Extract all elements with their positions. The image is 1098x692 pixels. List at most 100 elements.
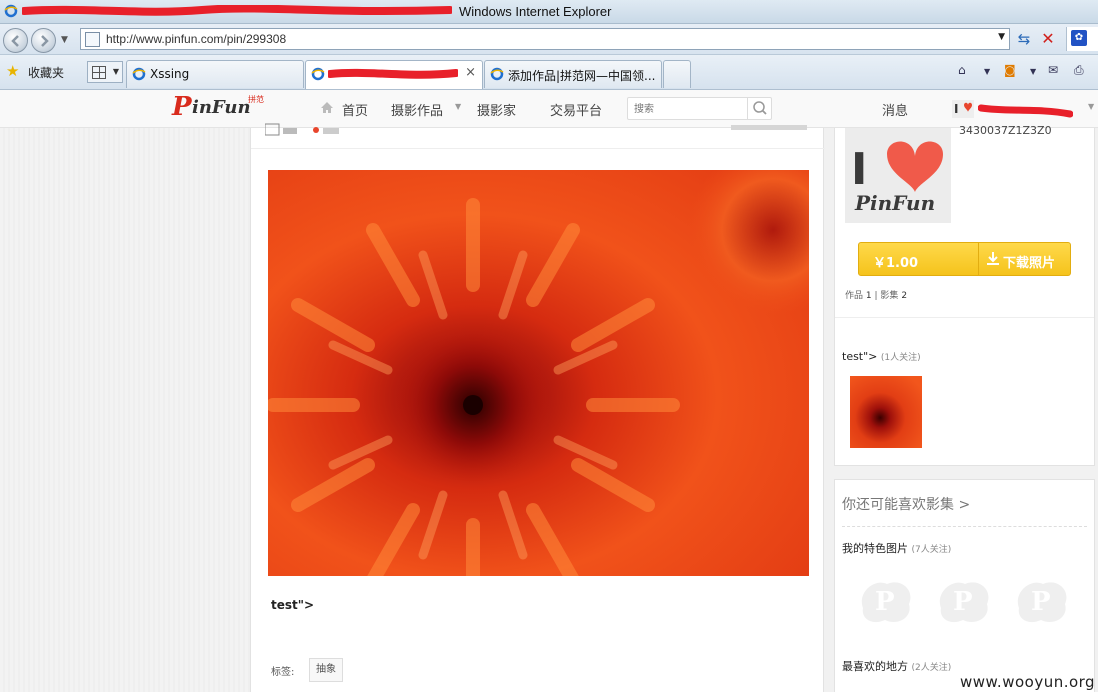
grid-icon	[92, 66, 106, 79]
recent-pages-dropdown-icon[interactable]: ▼	[61, 35, 71, 45]
logo-letter: P	[172, 92, 192, 122]
meta-fragment	[731, 122, 811, 134]
rss-icon[interactable]: ◙	[1004, 63, 1016, 81]
search-button[interactable]	[747, 98, 771, 119]
favorites-button[interactable]: ★ 收藏夹	[6, 62, 64, 82]
title-redaction	[22, 5, 452, 16]
recommend-album-followers: (7人关注)	[911, 545, 952, 555]
search-input[interactable]	[634, 101, 744, 117]
home-icon[interactable]: ⌂	[958, 63, 966, 81]
recommend-album-title: 我的特色图片	[842, 542, 908, 555]
ie-logo-icon	[4, 4, 18, 18]
download-photo-button[interactable]: 下载照片	[978, 242, 1071, 276]
divider	[842, 526, 1087, 527]
recommend-album-item[interactable]: 我的特色图片 (7人关注)	[842, 540, 951, 556]
close-tab-icon[interactable]: ×	[465, 65, 476, 80]
logo-text: inFun	[192, 97, 251, 118]
price-label: ￥1.00	[873, 256, 919, 271]
download-icon	[987, 252, 999, 265]
nav-photo-works[interactable]: 摄影作品	[391, 100, 443, 119]
recommend-album-item[interactable]: 最喜欢的地方 (2人关注)	[842, 658, 951, 674]
address-bar-row: ▼ http://www.pinfun.com/pin/299308 ▼ ⇆ ✕…	[0, 24, 1098, 55]
album-title[interactable]: test"> (1人关注)	[842, 350, 921, 363]
home-icon[interactable]	[320, 101, 334, 114]
recommend-album-title: 最喜欢的地方	[842, 660, 908, 673]
search-icon	[753, 101, 767, 115]
tab-label: 添加作品|拼范网—中国领...	[508, 69, 656, 83]
tag-chip[interactable]: 抽象	[309, 658, 343, 682]
album-thumbnail[interactable]	[850, 376, 922, 448]
back-button[interactable]	[3, 28, 28, 53]
author-avatar[interactable]: I PinFun	[845, 128, 951, 223]
recommend-title[interactable]: 你还可能喜欢影集 >	[842, 494, 970, 514]
svg-text:P: P	[875, 587, 895, 617]
author-panel: I PinFun 3430037Z1Z3Z0 ￥1.00 下载照片 作品 1 |…	[834, 124, 1095, 466]
web-page: P inFun 拼范 首页 摄影作品 ▼ 摄影家 交易平台 消息 I	[0, 90, 1098, 692]
paw-icon: ✿	[1071, 30, 1087, 46]
chevron-down-icon[interactable]: ▼	[998, 32, 1005, 42]
svg-text:PinFun: PinFun	[854, 191, 935, 215]
new-tab-button[interactable]	[663, 60, 691, 88]
album-name: test">	[842, 350, 878, 363]
work-detail-panel: test"> 标签: 抽象	[250, 123, 825, 692]
site-navigation: P inFun 拼范 首页 摄影作品 ▼ 摄影家 交易平台 消息 I	[0, 90, 1098, 128]
watermark-text: www.wooyun.org	[960, 673, 1096, 691]
refresh-icon[interactable]: ⇆	[1014, 29, 1034, 49]
works-count[interactable]: 1	[866, 291, 872, 301]
username-redaction	[978, 104, 1073, 118]
actions-fragment	[264, 122, 375, 136]
download-label: 下载照片	[1003, 256, 1056, 271]
nav-trade-platform[interactable]: 交易平台	[550, 100, 602, 119]
address-input[interactable]: http://www.pinfun.com/pin/299308 ▼	[80, 28, 1010, 50]
site-search-box	[627, 97, 772, 120]
window-title: Windows Internet Explorer	[459, 4, 612, 19]
window-titlebar: Windows Internet Explorer	[0, 0, 1098, 24]
forward-button[interactable]	[31, 28, 56, 53]
favorites-label: 收藏夹	[28, 66, 65, 80]
url-text: http://www.pinfun.com/pin/299308	[106, 32, 287, 46]
print-icon[interactable]: ⎙	[1074, 63, 1084, 81]
nav-messages[interactable]: 消息	[882, 100, 908, 119]
nav-home[interactable]: 首页	[342, 100, 368, 119]
svg-text:I: I	[954, 102, 958, 116]
chevron-down-icon[interactable]: ▼	[455, 102, 461, 111]
price-button[interactable]: ￥1.00	[858, 242, 979, 276]
works-label: 作品	[845, 291, 864, 301]
ie-page-icon	[311, 67, 325, 81]
pinfun-logo[interactable]: P inFun 拼范	[172, 92, 282, 124]
stats-separator: |	[874, 291, 878, 301]
stop-icon[interactable]: ✕	[1038, 29, 1058, 49]
divider	[835, 317, 1094, 318]
avatar[interactable]: I	[952, 100, 974, 118]
tab-add-work[interactable]: 添加作品|拼范网—中国领...	[484, 60, 662, 88]
ie-page-icon	[490, 67, 504, 81]
quick-tabs-button[interactable]: ▼	[87, 61, 123, 83]
tab-xssing[interactable]: Xssing	[126, 60, 304, 88]
placeholder-image-icon[interactable]: P	[935, 578, 991, 626]
arrow-right-icon	[41, 35, 49, 47]
star-icon: ★	[6, 62, 20, 80]
search-provider-button[interactable]: ✿	[1066, 27, 1098, 51]
arrow-left-icon	[11, 35, 19, 47]
chevron-down-icon[interactable]: ▼	[984, 67, 990, 85]
chevron-down-icon[interactable]: ▼	[113, 67, 119, 76]
ie-page-icon	[132, 67, 146, 81]
command-bar: ⌂ ▼ ◙ ▼ ✉ ⎙	[956, 63, 1096, 83]
divider	[251, 148, 825, 149]
tags-label: 标签:	[271, 667, 295, 678]
placeholder-image-icon[interactable]: P	[857, 578, 913, 626]
chevron-down-icon[interactable]: ▼	[1088, 102, 1094, 111]
work-title: test">	[271, 598, 315, 612]
work-photo[interactable]	[268, 170, 809, 576]
albums-count[interactable]: 2	[901, 291, 907, 301]
tab-label: Xssing	[150, 67, 190, 81]
svg-text:P: P	[1031, 587, 1051, 617]
placeholder-image-icon[interactable]: P	[1013, 578, 1069, 626]
mail-icon[interactable]: ✉	[1048, 63, 1058, 81]
album-followers: (1人关注)	[880, 353, 921, 363]
nav-photographers[interactable]: 摄影家	[477, 100, 516, 119]
author-id: 3430037Z1Z3Z0	[959, 124, 1052, 137]
tab-active[interactable]: ×	[305, 60, 483, 89]
chevron-down-icon[interactable]: ▼	[1030, 67, 1036, 85]
author-stats: 作品 1 | 影集 2	[845, 288, 907, 301]
